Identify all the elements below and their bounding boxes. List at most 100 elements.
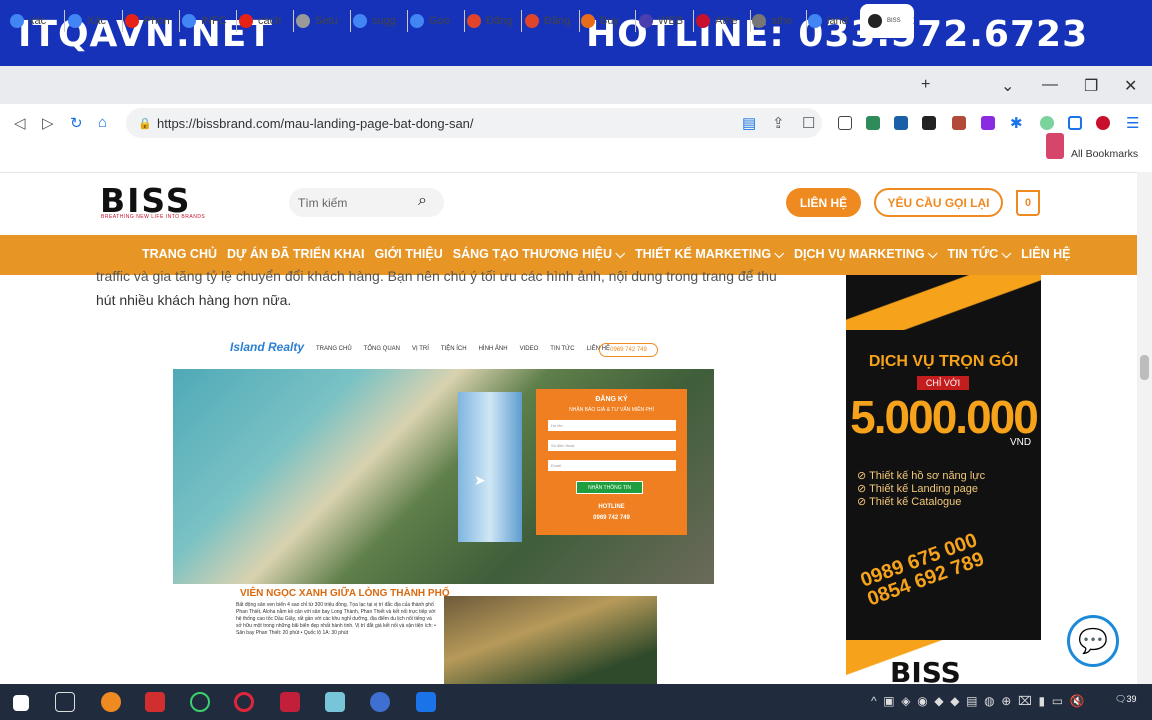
search-icon[interactable]: ⌕ — [418, 192, 427, 210]
tab-label: Đăng — [544, 15, 571, 27]
opera-icon[interactable] — [234, 692, 254, 712]
extension-leaf-icon[interactable] — [1040, 116, 1054, 130]
flag-icon — [525, 14, 539, 28]
bookmark-folder-icon — [1046, 133, 1064, 159]
ad-price: 5.000.000 — [850, 391, 1039, 443]
mockup-nav-item: HÌNH ẢNH — [478, 346, 508, 352]
foxit-icon[interactable] — [145, 692, 165, 712]
browser-tab[interactable]: Đăng — [467, 10, 522, 32]
extension-a-icon[interactable] — [981, 116, 995, 130]
extension-j-icon[interactable] — [894, 116, 908, 130]
article-line: traffic và gia tăng tỷ lệ chuyển đổi khá… — [96, 268, 777, 284]
browser-taskbar-icon[interactable] — [370, 692, 390, 712]
notepad-icon[interactable] — [325, 692, 345, 712]
browser-tab[interactable]: Phon — [125, 10, 180, 32]
callback-button[interactable]: YÊU CẦU GỌI LẠI — [874, 188, 1003, 217]
browser-tab[interactable]: sugg — [353, 10, 408, 32]
menu-item-contact[interactable]: LIÊN HỆ — [1021, 247, 1070, 262]
menu-icon[interactable]: ☰ — [1126, 114, 1139, 132]
browser-tab[interactable]: WEB — [639, 10, 694, 32]
buy-icon — [581, 14, 595, 28]
mockup-nav-item: TRANG CHỦ — [316, 346, 352, 352]
mockup-nav-item: TIỆN ÍCH — [440, 346, 467, 352]
cart-icon[interactable]: 0 — [1016, 190, 1040, 216]
menu-item-about[interactable]: GIỚI THIỆU — [374, 247, 442, 262]
chat-icon[interactable]: 💬 — [1067, 615, 1119, 667]
mockup-section-title: VIÊN NGỌC XANH GIỮA LÒNG THÀNH PHỐ — [240, 588, 450, 599]
extension-copy-icon[interactable] — [838, 116, 852, 130]
page-scrollbar[interactable] — [1137, 172, 1152, 684]
tab-label: Athe — [715, 15, 738, 27]
ad-subtitle: CHỈ VỚI — [917, 376, 969, 390]
bookmark-icon[interactable]: ☐ — [802, 114, 815, 132]
google-icon — [10, 14, 24, 28]
search-app-icon[interactable] — [101, 692, 121, 712]
mockup-hotline-label: HOTLINE — [598, 504, 625, 510]
browser-tab[interactable]: Xác — [68, 10, 123, 32]
reload-icon[interactable]: ↻ — [70, 114, 83, 132]
browser-tab[interactable]: Goo — [410, 10, 465, 32]
share-icon[interactable]: ⇪ — [772, 114, 785, 132]
web-icon — [639, 14, 653, 28]
menu-item-marketing-service[interactable]: DỊCH VỤ MARKETING ⌵ — [794, 247, 938, 262]
google-icon — [182, 14, 196, 28]
menu-item-projects[interactable]: DỰ ÁN ĐÃ TRIỂN KHAI — [227, 247, 364, 262]
task-view-icon[interactable] — [55, 692, 75, 712]
mockup-tower-image — [458, 392, 522, 542]
extension-red-icon[interactable] — [952, 116, 966, 130]
contact-button[interactable]: LIÊN HỆ — [786, 188, 861, 217]
menu-item-news[interactable]: TIN TỨC ⌵ — [948, 247, 1012, 262]
menu-item-home[interactable]: TRANG CHỦ — [142, 247, 217, 262]
extension-dark-icon[interactable] — [922, 116, 936, 130]
scrollbar-thumb[interactable] — [1140, 355, 1149, 380]
recorder-icon[interactable] — [280, 692, 300, 712]
menu-item-branding[interactable]: SÁNG TẠO THƯƠNG HIỆU ⌵ — [453, 247, 625, 262]
mouse-cursor-icon: ➤ — [474, 472, 486, 488]
extensions-puzzle-icon[interactable]: ✱ — [1010, 114, 1023, 132]
system-tray[interactable]: ^ ▣ ◈ ◉ ◆ ◆ ▤ ◍ ⊕ ⌧ ▮ ▭ 🔇 — [871, 694, 1085, 708]
forward-icon[interactable]: ▷ — [42, 114, 54, 132]
close-window-button[interactable]: ✕ — [1124, 76, 1137, 96]
google-icon — [410, 14, 424, 28]
notification-icon[interactable]: 🗨39 — [1115, 694, 1137, 712]
browser-tab[interactable]: cách — [239, 10, 294, 32]
maximize-button[interactable]: ❐ — [1084, 76, 1098, 96]
home-icon[interactable]: ⌂ — [98, 114, 107, 131]
tab-search-icon[interactable]: ⌄ — [1001, 76, 1014, 96]
extension-green-icon[interactable] — [866, 116, 880, 130]
sidepanel-icon[interactable] — [1068, 116, 1082, 130]
browser-tab[interactable]: Buy — [581, 10, 636, 32]
upwork-icon[interactable] — [190, 692, 210, 712]
ad-list: ⊘ Thiết kế hồ sơ năng lực ⊘ Thiết kế Lan… — [857, 470, 985, 509]
tab-label: WEB — [658, 15, 684, 27]
windows-start-icon[interactable] — [13, 695, 29, 711]
url-text[interactable]: https://bissbrand.com/mau-landing-page-b… — [157, 116, 474, 131]
browser-tab[interactable]: Setu — [296, 10, 351, 32]
mockup-field: Email — [548, 460, 676, 471]
close-tab-icon[interactable]: ✕ — [912, 14, 914, 28]
reader-mode-icon[interactable]: ▤ — [742, 114, 756, 132]
browser-tab[interactable]: xác — [10, 10, 65, 32]
tab-label: BISS — [887, 18, 901, 24]
ad-list-item: ⊘ Thiết kế hồ sơ năng lực — [857, 470, 986, 482]
browser-tab[interactable]: athe — [752, 10, 807, 32]
zalo-icon[interactable] — [416, 692, 436, 712]
browser-tab[interactable]: Athe — [696, 10, 751, 32]
browser-tab[interactable]: Đăng — [525, 10, 580, 32]
tab-label: Xác — [87, 15, 106, 27]
browser-tab[interactable]: BISS ✕ — [860, 4, 914, 38]
tab-label: Setu — [315, 15, 338, 27]
mockup-nav-item: VIDEO — [519, 346, 539, 352]
mockup-nav-item: TIN TỨC — [550, 346, 575, 352]
search-input[interactable]: Tìm kiếm — [298, 196, 347, 210]
all-bookmarks-link[interactable]: All Bookmarks — [1071, 148, 1138, 160]
browser-tab[interactable]: INFC — [182, 10, 237, 32]
browser-tab[interactable]: land — [808, 10, 863, 32]
minimize-button[interactable]: — — [1042, 76, 1058, 94]
athena-icon — [696, 14, 710, 28]
new-tab-button[interactable]: + — [921, 76, 930, 94]
menu-item-marketing-design[interactable]: THIẾT KẾ MARKETING ⌵ — [635, 247, 784, 262]
google-icon — [808, 14, 822, 28]
back-icon[interactable]: ◁ — [14, 114, 26, 132]
profile-icon[interactable] — [1096, 116, 1110, 130]
